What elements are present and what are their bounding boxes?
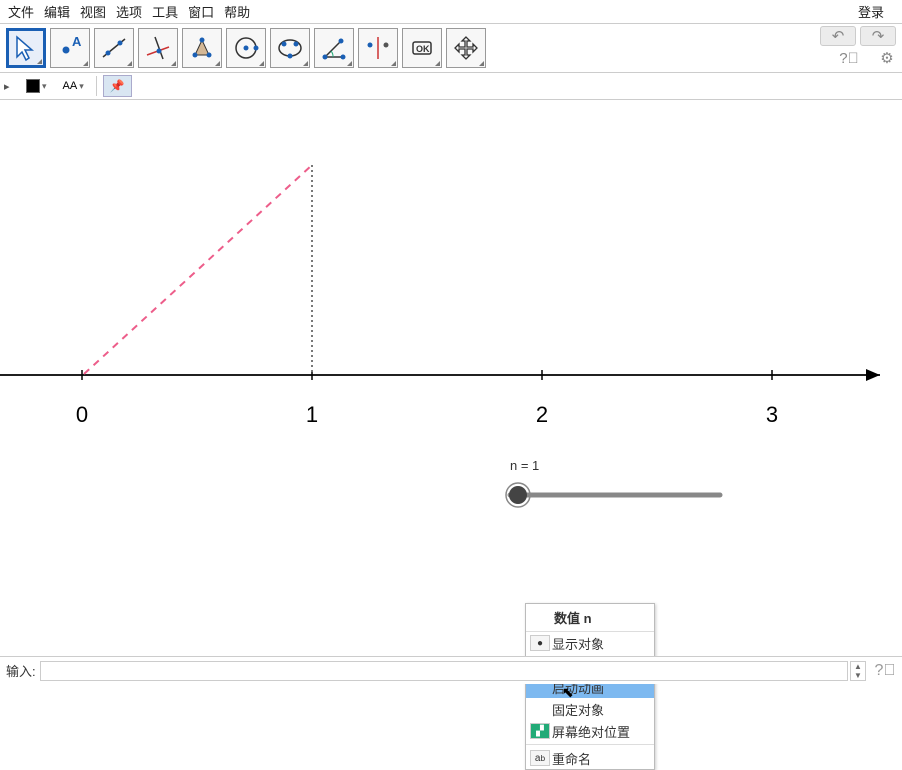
tool-angle[interactable] [314, 28, 354, 68]
color-picker-button[interactable]: ▾ [20, 75, 53, 97]
canvas-svg: 0 1 2 3 n = 1 [0, 100, 902, 660]
tool-text[interactable]: OK [402, 28, 442, 68]
segment-dashed[interactable] [84, 165, 312, 374]
tool-line[interactable] [94, 28, 134, 68]
pin-button[interactable]: 📌 [103, 75, 132, 97]
fix-icon [530, 701, 550, 717]
tick-0: 0 [76, 402, 88, 427]
tool-move-view[interactable] [446, 28, 486, 68]
tick-1: 1 [306, 402, 318, 427]
input-help-icon[interactable]: ?⃝ [874, 660, 896, 682]
label-mode-button[interactable]: AA ▾ [57, 75, 90, 97]
ctx-rename[interactable]: ab重命名 [526, 747, 654, 769]
input-label: 输入: [6, 661, 36, 680]
login-link[interactable]: 登录 [858, 2, 884, 21]
gear-icon[interactable]: ⚙ [878, 49, 896, 67]
svg-text:OK: OK [416, 44, 430, 54]
menu-edit[interactable]: 编辑 [44, 2, 70, 21]
undo-button[interactable]: ↶ [820, 26, 856, 46]
context-menu-title: 数值 n [526, 604, 654, 632]
menu-help[interactable]: 帮助 [224, 2, 250, 21]
toolbar: A OK ↶ ↷ ?⃝ [0, 24, 902, 72]
pin-icon: 📌 [110, 79, 125, 93]
tick-3: 3 [766, 402, 778, 427]
tick-2: 2 [536, 402, 548, 427]
menu-window[interactable]: 窗口 [188, 2, 214, 21]
graphics-view[interactable]: 0 1 2 3 n = 1 数值 n ●显示对象 AA显示标签 启动动画 固定对… [0, 100, 902, 660]
menu-file[interactable]: 文件 [8, 2, 34, 21]
menu-view[interactable]: 视图 [80, 2, 106, 21]
menu-tools[interactable]: 工具 [152, 2, 178, 21]
ctx-absolute-pos[interactable]: ▞屏幕绝对位置 [526, 720, 654, 742]
tool-perpendicular[interactable] [138, 28, 178, 68]
redo-button[interactable]: ↷ [860, 26, 896, 46]
abs-pos-icon: ▞ [530, 723, 550, 739]
rename-icon: ab [530, 750, 550, 766]
ctx-show-object[interactable]: ●显示对象 [526, 632, 654, 654]
tool-move[interactable] [6, 28, 46, 68]
show-object-icon: ● [530, 635, 550, 651]
stylebar-chevron-icon[interactable]: ▸ [4, 80, 18, 93]
input-bar: 输入: ▲▼ ?⃝ [0, 656, 902, 684]
tool-circle[interactable] [226, 28, 266, 68]
menubar: 文件 编辑 视图 选项 工具 窗口 帮助 登录 [0, 0, 902, 24]
context-menu: 数值 n ●显示对象 AA显示标签 启动动画 固定对象 ▞屏幕绝对位置 ab重命… [525, 603, 655, 770]
help-icon[interactable]: ?⃝ [840, 49, 858, 67]
tool-polygon[interactable] [182, 28, 222, 68]
stylebar: ▸ ▾ AA ▾ 📌 [0, 72, 902, 100]
command-input[interactable] [40, 661, 848, 681]
tool-point[interactable]: A [50, 28, 90, 68]
history-spinner[interactable]: ▲▼ [850, 661, 866, 681]
ctx-fix-object[interactable]: 固定对象 [526, 698, 654, 720]
svg-text:A: A [72, 34, 82, 49]
slider-thumb[interactable] [509, 486, 527, 504]
tool-transform[interactable] [358, 28, 398, 68]
tool-conic[interactable] [270, 28, 310, 68]
menu-options[interactable]: 选项 [116, 2, 142, 21]
slider-label: n = 1 [510, 458, 539, 473]
